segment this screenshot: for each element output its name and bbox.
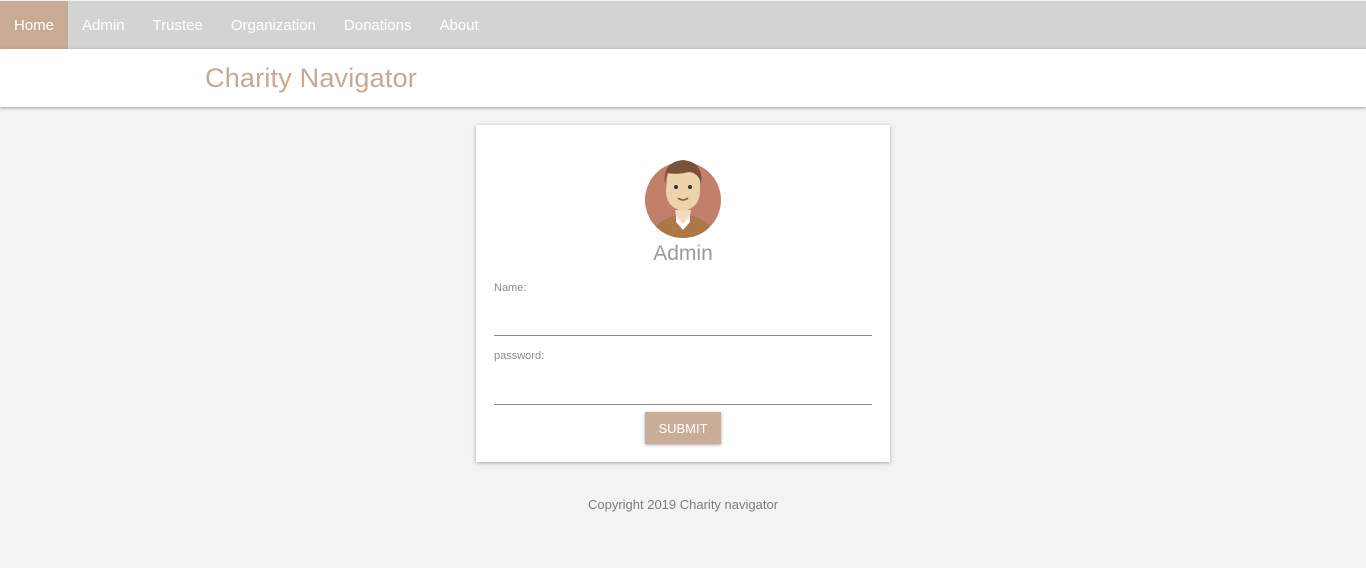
name-label: Name: [494, 282, 527, 294]
password-label: password: [494, 350, 545, 362]
nav-item-trustee[interactable]: Trustee [139, 1, 217, 49]
footer-copyright: Copyright 2019 Charity navigator [587, 497, 779, 512]
user-avatar-icon [645, 160, 721, 238]
site-header: Charity Navigator [0, 49, 1366, 107]
nav-item-about[interactable]: About [425, 1, 492, 49]
nav-item-admin[interactable]: Admin [68, 1, 139, 49]
nav-item-organization[interactable]: Organization [217, 1, 330, 49]
nav-item-donations[interactable]: Donations [330, 1, 426, 49]
password-input[interactable] [494, 379, 872, 405]
top-navigation: Home Admin Trustee Organization Donation… [0, 1, 1366, 49]
login-card: Admin Name: password: SUBMIT [476, 125, 890, 462]
submit-button[interactable]: SUBMIT [645, 412, 721, 444]
nav-item-home[interactable]: Home [0, 1, 69, 49]
name-input[interactable] [494, 310, 872, 336]
site-title: Charity Navigator [205, 63, 417, 93]
login-title: Admin [653, 242, 713, 265]
